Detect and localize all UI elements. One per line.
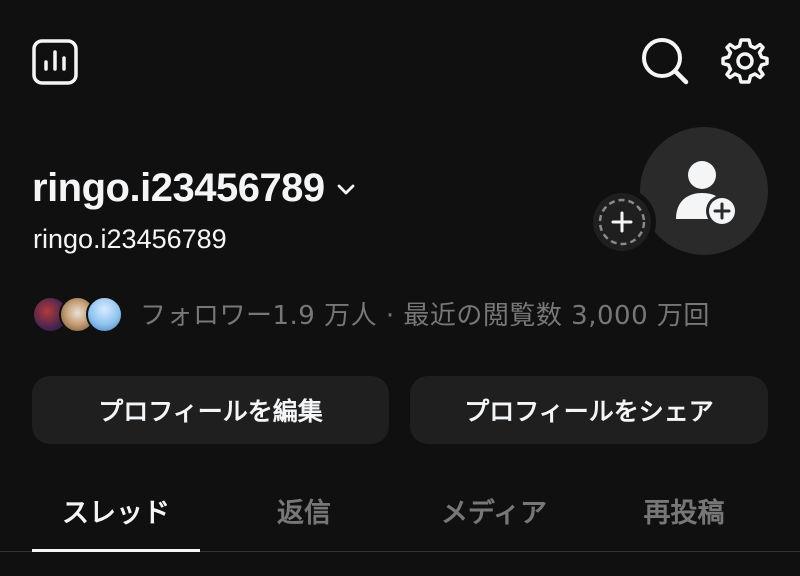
profile-username[interactable]: ringo.i23456789 [32,166,357,211]
tab-media[interactable]: メディア [410,488,578,532]
gear-icon[interactable] [720,36,770,86]
edit-profile-button[interactable]: プロフィールを編集 [32,376,389,444]
tab-replies[interactable]: 返信 [220,488,388,532]
insights-icon[interactable] [32,39,78,85]
followers-row[interactable]: フォロワー1.9 万人 · 最近の閲覧数 3,000 万回 [32,294,710,333]
tab-threads[interactable]: スレッド [32,488,200,532]
share-profile-button[interactable]: プロフィールをシェア [410,376,768,444]
search-icon[interactable] [640,36,690,86]
add-story-button[interactable] [588,188,656,256]
plus-icon [593,193,651,251]
followers-stats: フォロワー1.9 万人 · 最近の閲覧数 3,000 万回 [140,300,710,331]
username-text: ringo.i23456789 [32,166,325,210]
person-add-icon [676,161,738,227]
profile-avatar[interactable] [640,127,768,255]
active-tab-indicator [32,549,200,552]
profile-handle: ringo.i23456789 [33,224,227,254]
follower-avatars [32,294,126,333]
tab-reposts[interactable]: 再投稿 [600,488,768,532]
chevron-down-icon[interactable] [335,178,357,200]
follower-avatar [86,296,123,333]
